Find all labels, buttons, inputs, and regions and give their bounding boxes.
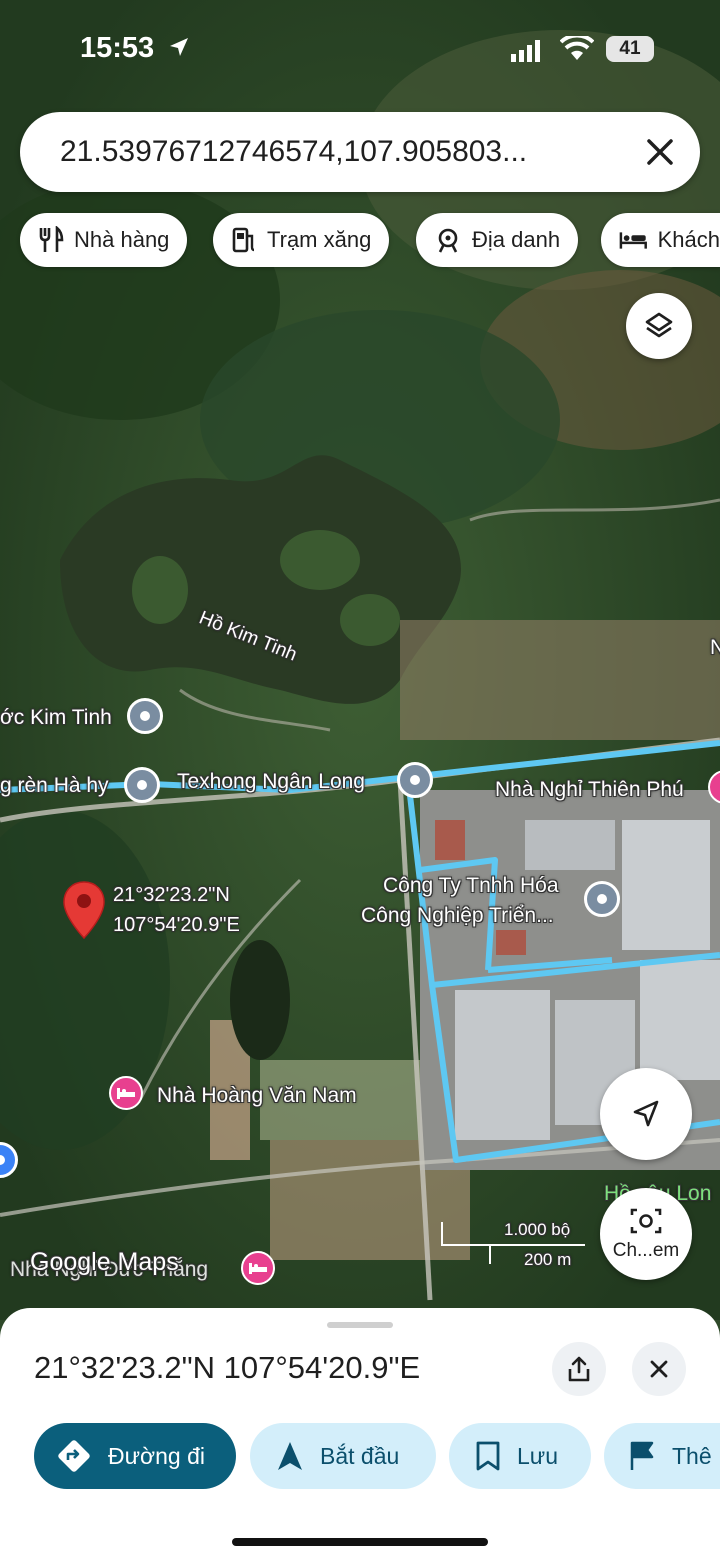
layers-button[interactable] (626, 293, 692, 359)
hotel-marker-hoang-van-nam[interactable] (109, 1076, 143, 1110)
scale-feet-label: 1.000 bộ (504, 1220, 571, 1239)
my-location-button[interactable] (600, 1068, 692, 1160)
navigation-arrow-icon (633, 1100, 659, 1127)
camera-explore-button[interactable]: Ch...em (600, 1188, 692, 1280)
chip-hotels[interactable]: Khách (601, 213, 720, 267)
search-query-text[interactable]: 21.53976712746574,107.905803... (60, 135, 527, 169)
poi-marker-texhong[interactable] (397, 762, 433, 798)
chip-restaurants[interactable]: Nhà hàng (20, 213, 188, 267)
dropped-pin[interactable] (62, 880, 106, 940)
directions-button[interactable]: Đường đi (34, 1423, 236, 1489)
home-indicator[interactable] (232, 1538, 488, 1546)
cellular-signal-icon (511, 40, 540, 62)
place-label-hoa-line2[interactable]: Công Nghiệp Triển... (361, 904, 554, 928)
chip-label: Khách (657, 227, 720, 252)
layers-icon (645, 312, 673, 338)
pin-longitude-label: 107°54'20.9"E (113, 914, 240, 936)
save-button[interactable]: Lưu (449, 1423, 591, 1489)
place-label-kim-tinh[interactable]: ớc Kim Tinh (0, 706, 112, 730)
camera-button-label: Ch...em (612, 1240, 680, 1261)
sheet-drag-handle[interactable] (327, 1322, 393, 1328)
pin-latitude-label: 21°32'23.2"N (113, 884, 230, 906)
chip-label: Trạm xăng (267, 227, 372, 252)
bed-icon (249, 1263, 267, 1274)
add-label-button[interactable]: Thê (604, 1423, 720, 1489)
place-bottom-sheet[interactable]: 21°32'23.2"N 107°54'20.9"E Đường đi Bắt … (0, 1308, 720, 1560)
place-label-hoang-van-nam[interactable]: Nhà Hoàng Văn Nam (157, 1084, 357, 1108)
flag-icon (630, 1441, 654, 1470)
bed-icon (619, 232, 647, 249)
search-bar[interactable]: 21.53976712746574,107.905803... (20, 112, 700, 192)
bookmark-icon (476, 1441, 500, 1471)
chip-label: Địa danh (472, 227, 561, 252)
chip-landmarks[interactable]: Địa danh (416, 213, 579, 267)
share-icon (568, 1356, 590, 1382)
map-pin-icon (63, 881, 105, 940)
action-label: Đường đi (108, 1442, 205, 1469)
gas-station-icon (232, 227, 255, 253)
poi-marker-ha-hy[interactable] (124, 767, 160, 803)
chip-gas-stations[interactable]: Trạm xăng (213, 213, 390, 267)
navigation-arrow-icon (278, 1442, 302, 1470)
action-label: Bắt đầu (320, 1442, 400, 1469)
fork-knife-icon (39, 226, 64, 252)
poi-marker-hoa[interactable] (584, 881, 620, 917)
chip-label: Nhà hàng (74, 227, 170, 252)
hotel-marker-duc-thang[interactable] (241, 1251, 275, 1285)
battery-indicator: 41 (606, 36, 654, 62)
directions-icon (58, 1440, 90, 1472)
action-label: Lưu (517, 1442, 558, 1469)
landmark-icon (438, 228, 458, 253)
poi-marker-kim-tinh[interactable] (127, 698, 163, 734)
share-button[interactable] (552, 1342, 606, 1396)
close-icon[interactable] (642, 134, 678, 170)
sheet-coordinates: 21°32'23.2"N 107°54'20.9"E (34, 1350, 421, 1385)
location-arrow-icon (170, 38, 188, 56)
camera-icon (630, 1208, 662, 1234)
scale-meters-label: 200 m (524, 1250, 572, 1269)
place-label-hoa-line1[interactable]: Công Ty Tnhh Hóa (383, 874, 559, 898)
place-label-edge: N (710, 636, 720, 659)
action-label: Thê (672, 1442, 712, 1469)
place-label-texhong[interactable]: Texhong Ngân Long (177, 770, 365, 794)
status-bar: 15:53 41 (0, 0, 720, 100)
close-icon (650, 1360, 668, 1378)
start-button[interactable]: Bắt đầu (250, 1423, 436, 1489)
status-time: 15:53 (80, 32, 155, 64)
google-maps-watermark: Google Maps (30, 1248, 179, 1276)
wifi-icon (560, 36, 594, 60)
bed-icon (117, 1088, 135, 1099)
place-label-ha-hy[interactable]: g rèn Hà hy (0, 774, 109, 798)
place-label-thien-phu[interactable]: Nhà Nghỉ Thiên Phú (495, 778, 684, 802)
close-sheet-button[interactable] (632, 1342, 686, 1396)
